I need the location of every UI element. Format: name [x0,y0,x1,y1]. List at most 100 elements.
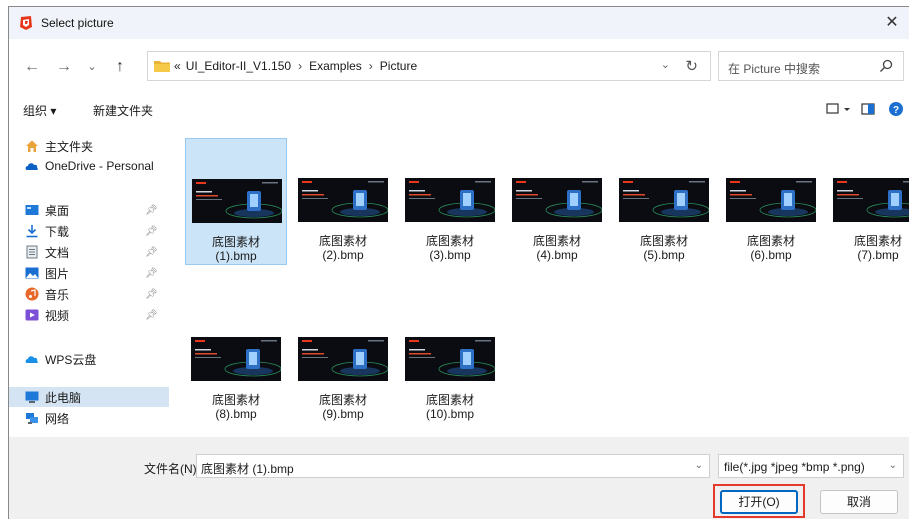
recent-locations-button[interactable]: ⌄ [82,57,102,77]
organize-button[interactable]: 组织 ▾ [23,102,56,119]
nav-item-network[interactable]: 网络 [9,408,169,428]
file-type-select[interactable]: file(*.jpg *jpeg *bmp *.png) ⌄ [718,454,904,478]
help-icon: ? [889,102,903,116]
file-item[interactable]: 底图素材 (6).bmp [720,138,822,265]
document-icon [26,245,38,259]
file-name-line: (3).bmp [429,248,471,262]
breadcrumb-separator: › [298,59,303,73]
pin-icon[interactable]: 📌︎ [145,310,158,321]
file-name-line: 底图素材 [425,393,474,407]
file-name: 底图素材 (4).bmp [506,234,608,262]
preview-pane-icon [861,103,875,115]
file-item[interactable]: 底图素材 (5).bmp [613,138,715,265]
image-thumbnail [191,337,281,381]
preview-pane-button[interactable] [861,101,875,120]
image-thumbnail [726,178,816,222]
new-folder-button[interactable]: 新建文件夹 [93,102,153,119]
file-name: 底图素材 (1).bmp [186,235,286,263]
file-item[interactable]: 底图素材 (10).bmp [399,297,501,424]
nav-item-videos[interactable]: 视频 📌︎ [9,305,169,325]
nav-item-pictures[interactable]: 图片 📌︎ [9,263,169,283]
nav-item-onedrive[interactable]: OneDrive - Personal [9,156,169,176]
nav-label: 下载 [45,224,70,239]
file-name: 底图素材 (9).bmp [292,393,394,421]
image-thumbnail [298,178,388,222]
cancel-button[interactable]: 取消 [820,490,898,514]
file-name: 底图素材 (8).bmp [185,393,287,421]
address-row: ← → ⌄ ↑ « UI_Editor-II_V1.150 › Examples… [9,49,909,83]
image-thumbnail [405,178,495,222]
up-button[interactable]: ↑ [110,57,130,77]
chevron-down-icon: ⌄ [87,61,97,73]
nav-label: 图片 [45,266,70,281]
download-icon [26,225,38,238]
filename-value[interactable]: 底图素材 (1).bmp [201,460,294,477]
file-name: 底图素材 (7).bmp [827,234,909,262]
nav-label: 视频 [45,308,70,323]
arrow-up-icon: ↑ [116,58,124,75]
breadcrumb-ui-editor[interactable]: UI_Editor-II_V1.150 [186,59,291,73]
forward-button[interactable]: → [54,57,74,77]
image-thumbnail [405,337,495,381]
file-name: 底图素材 (3).bmp [399,234,501,262]
chevron-down-icon[interactable]: ⌄ [695,460,703,471]
address-dropdown-icon[interactable]: ⌄ [661,58,670,71]
pictures-icon [25,267,39,279]
help-button[interactable]: ? [888,101,904,120]
nav-item-downloads[interactable]: 下载 📌︎ [9,221,169,241]
folder-icon [154,61,170,72]
filename-field[interactable]: 底图素材 (1).bmp ⌄ [196,454,710,478]
file-name-line: 底图素材 [211,393,260,407]
breadcrumb-picture[interactable]: Picture [380,59,417,73]
pin-icon[interactable]: 📌︎ [145,289,158,300]
nav-item-wps-cloud[interactable]: WPS云盘 [9,349,169,369]
back-button[interactable]: ← [22,57,42,77]
file-name-line: 底图素材 [318,234,367,248]
file-item[interactable]: 底图素材 (7).bmp [827,138,909,265]
cloud-icon [25,163,38,170]
nav-label: WPS云盘 [45,352,97,367]
app-logo-icon [20,16,32,30]
open-button[interactable]: 打开(O) [720,490,798,514]
close-button[interactable]: ✕ [883,14,901,32]
computer-icon [25,391,39,403]
svg-text:?: ? [893,105,899,116]
file-name-line: (1).bmp [215,249,257,263]
nav-item-music[interactable]: 音乐 📌︎ [9,284,169,304]
video-icon [25,309,39,321]
nav-item-documents[interactable]: 文档 📌︎ [9,242,169,262]
address-overflow[interactable]: « [174,59,181,73]
file-name-line: (2).bmp [322,248,364,262]
file-name-line: (10).bmp [425,407,475,421]
file-name-line: 底图素材 [211,235,260,249]
nav-item-desktop[interactable]: 桌面 📌︎ [9,200,169,220]
pin-icon[interactable]: 📌︎ [145,226,158,237]
file-item[interactable]: 底图素材 (9).bmp [292,297,394,424]
file-item[interactable]: 底图素材 (8).bmp [185,297,287,424]
desktop-icon [25,205,39,215]
arrow-right-icon: → [56,58,72,75]
pin-icon[interactable]: 📌︎ [145,268,158,279]
file-name: 底图素材 (5).bmp [613,234,715,262]
search-box[interactable]: 在 Picture 中搜索 [718,51,904,81]
file-item[interactable]: 底图素材 (2).bmp [292,138,394,265]
search-input[interactable]: 在 Picture 中搜索 [728,60,820,77]
file-item[interactable]: 底图素材 (4).bmp [506,138,608,265]
file-item[interactable]: 底图素材 (1).bmp [185,138,287,265]
pin-icon[interactable]: 📌︎ [145,205,158,216]
file-name-line: 底图素材 [639,234,688,248]
image-thumbnail [512,178,602,222]
refresh-icon[interactable]: ↻ [685,57,698,75]
file-name: 底图素材 (2).bmp [292,234,394,262]
home-icon [26,140,38,152]
breadcrumb-examples[interactable]: Examples [309,59,362,73]
address-bar[interactable]: « UI_Editor-II_V1.150 › Examples › Pictu… [147,51,711,81]
file-item[interactable]: 底图素材 (3).bmp [399,138,501,265]
file-name-line: (7).bmp [857,248,899,262]
nav-item-this-pc[interactable]: 此电脑 [9,387,169,407]
view-options-button[interactable] [826,101,854,120]
pin-icon[interactable]: 📌︎ [145,247,158,258]
view-icon [826,103,850,114]
nav-item-home[interactable]: 主文件夹 [9,136,169,156]
chevron-down-icon[interactable]: ⌄ [889,460,897,471]
